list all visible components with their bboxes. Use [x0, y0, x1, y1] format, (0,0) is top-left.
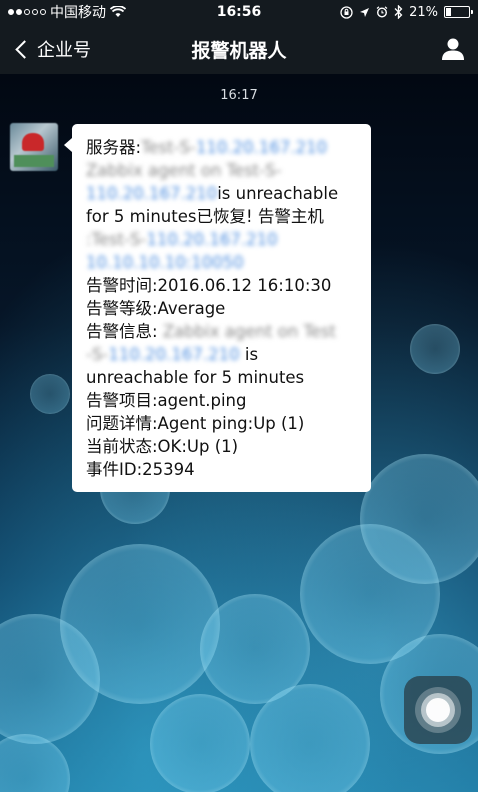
message-line: 事件ID:25394: [86, 458, 357, 481]
back-label: 企业号: [37, 40, 91, 61]
bokeh-light: [360, 454, 478, 584]
bokeh-light: [30, 374, 70, 414]
signal-dot: [32, 9, 38, 15]
message-line: 告警信息: Zabbix agent on Test: [86, 320, 357, 343]
assistive-touch-icon-ring: [421, 693, 455, 727]
avatar[interactable]: [10, 123, 58, 171]
location-icon: [360, 7, 370, 17]
wifi-icon: [110, 6, 126, 17]
message-line: 告警时间:2016.06.12 16:10:30: [86, 274, 357, 297]
message-timestamp: 16:17: [220, 88, 258, 103]
message-line: 告警等级:Average: [86, 297, 357, 320]
message-bubble[interactable]: 服务器:Test-S-110.20.167.210 Zabbix agent on…: [64, 124, 371, 492]
message-text: 告警信息:: [86, 322, 163, 341]
redacted-text: Zabbix agent on Test: [162, 322, 336, 341]
signal-strength-icon: [8, 9, 46, 15]
battery-icon: [444, 6, 473, 18]
redacted-text: -S-: [86, 345, 109, 364]
status-bar: 中国移动 16:56 21%: [0, 0, 478, 24]
assistive-touch-icon-core: [426, 698, 450, 722]
message-line: 服务器:Test-S-110.20.167.210: [86, 136, 357, 159]
avatar-base: [14, 155, 54, 167]
chevron-left-icon: [15, 39, 34, 59]
message-line: 10.10.10.10:10050: [86, 251, 357, 274]
signal-dot: [24, 9, 30, 15]
redacted-text: :Test-S-: [86, 230, 147, 249]
carrier-label: 中国移动: [50, 5, 106, 21]
message-line: 问题详情:Agent ping:Up (1): [86, 412, 357, 435]
person-icon[interactable]: [440, 36, 466, 62]
redacted-text: Zabbix agent on Test-S-: [86, 161, 282, 180]
battery-level: [446, 8, 451, 16]
message-text: 当前状态:OK:Up (1): [86, 437, 239, 456]
message-text: is unreachable: [217, 184, 339, 203]
redacted-text: 110.20.167.210: [86, 184, 218, 203]
status-left: 中国移动: [8, 2, 126, 22]
message-line: 110.20.167.210is unreachable: [86, 182, 357, 205]
message-line: Zabbix agent on Test-S-: [86, 159, 357, 182]
nav-bar: 企业号 报警机器人: [0, 24, 478, 74]
message-text: 告警时间:2016.06.12 16:10:30: [86, 276, 332, 295]
signal-dot: [8, 9, 14, 15]
message-text: for 5 minutes已恢复! 告警主机: [86, 207, 324, 226]
message-text: 问题详情:Agent ping:Up (1): [86, 414, 305, 433]
avatar-hat: [22, 133, 44, 151]
bokeh-light: [0, 734, 70, 792]
redacted-text: 110.20.167.210: [195, 138, 328, 157]
message-line: 当前状态:OK:Up (1): [86, 435, 357, 458]
message-line: for 5 minutes已恢复! 告警主机: [86, 205, 357, 228]
rotation-lock-icon: [340, 5, 353, 19]
assistive-touch-icon: [415, 687, 461, 733]
bokeh-light: [250, 684, 370, 792]
message-text: 告警等级:Average: [86, 299, 226, 318]
redacted-text: Test-S-: [141, 138, 196, 157]
message-line: :Test-S-110.20.167.210: [86, 228, 357, 251]
bluetooth-icon: [394, 5, 403, 19]
message-text: is: [239, 345, 259, 364]
message-text: unreachable for 5 minutes: [86, 368, 305, 387]
signal-dot: [16, 9, 22, 15]
message-text: 服务器:: [86, 138, 142, 157]
bokeh-light: [150, 694, 250, 792]
bokeh-light: [410, 324, 460, 374]
redacted-text: 10.10.10.10:10050: [86, 253, 244, 272]
message-text: 事件ID:25394: [86, 460, 195, 479]
bokeh-light: [60, 544, 220, 704]
battery-percent: 21%: [409, 4, 438, 20]
signal-dot: [40, 9, 46, 15]
assistive-touch-button[interactable]: [404, 676, 472, 744]
message-line: -S-110.20.167.210 is: [86, 343, 357, 366]
redacted-text: 110.20.167.210: [108, 345, 240, 364]
message-line: 告警项目:agent.ping: [86, 389, 357, 412]
top-bar: 中国移动 16:56 21% 企业号 报警机器人: [0, 0, 478, 74]
message-line: unreachable for 5 minutes: [86, 366, 357, 389]
back-button[interactable]: 企业号: [12, 36, 91, 62]
alarm-icon: [376, 6, 388, 18]
message-text: 告警项目:agent.ping: [86, 391, 247, 410]
status-right: 21%: [340, 4, 473, 20]
redacted-text: 110.20.167.210: [146, 230, 278, 249]
